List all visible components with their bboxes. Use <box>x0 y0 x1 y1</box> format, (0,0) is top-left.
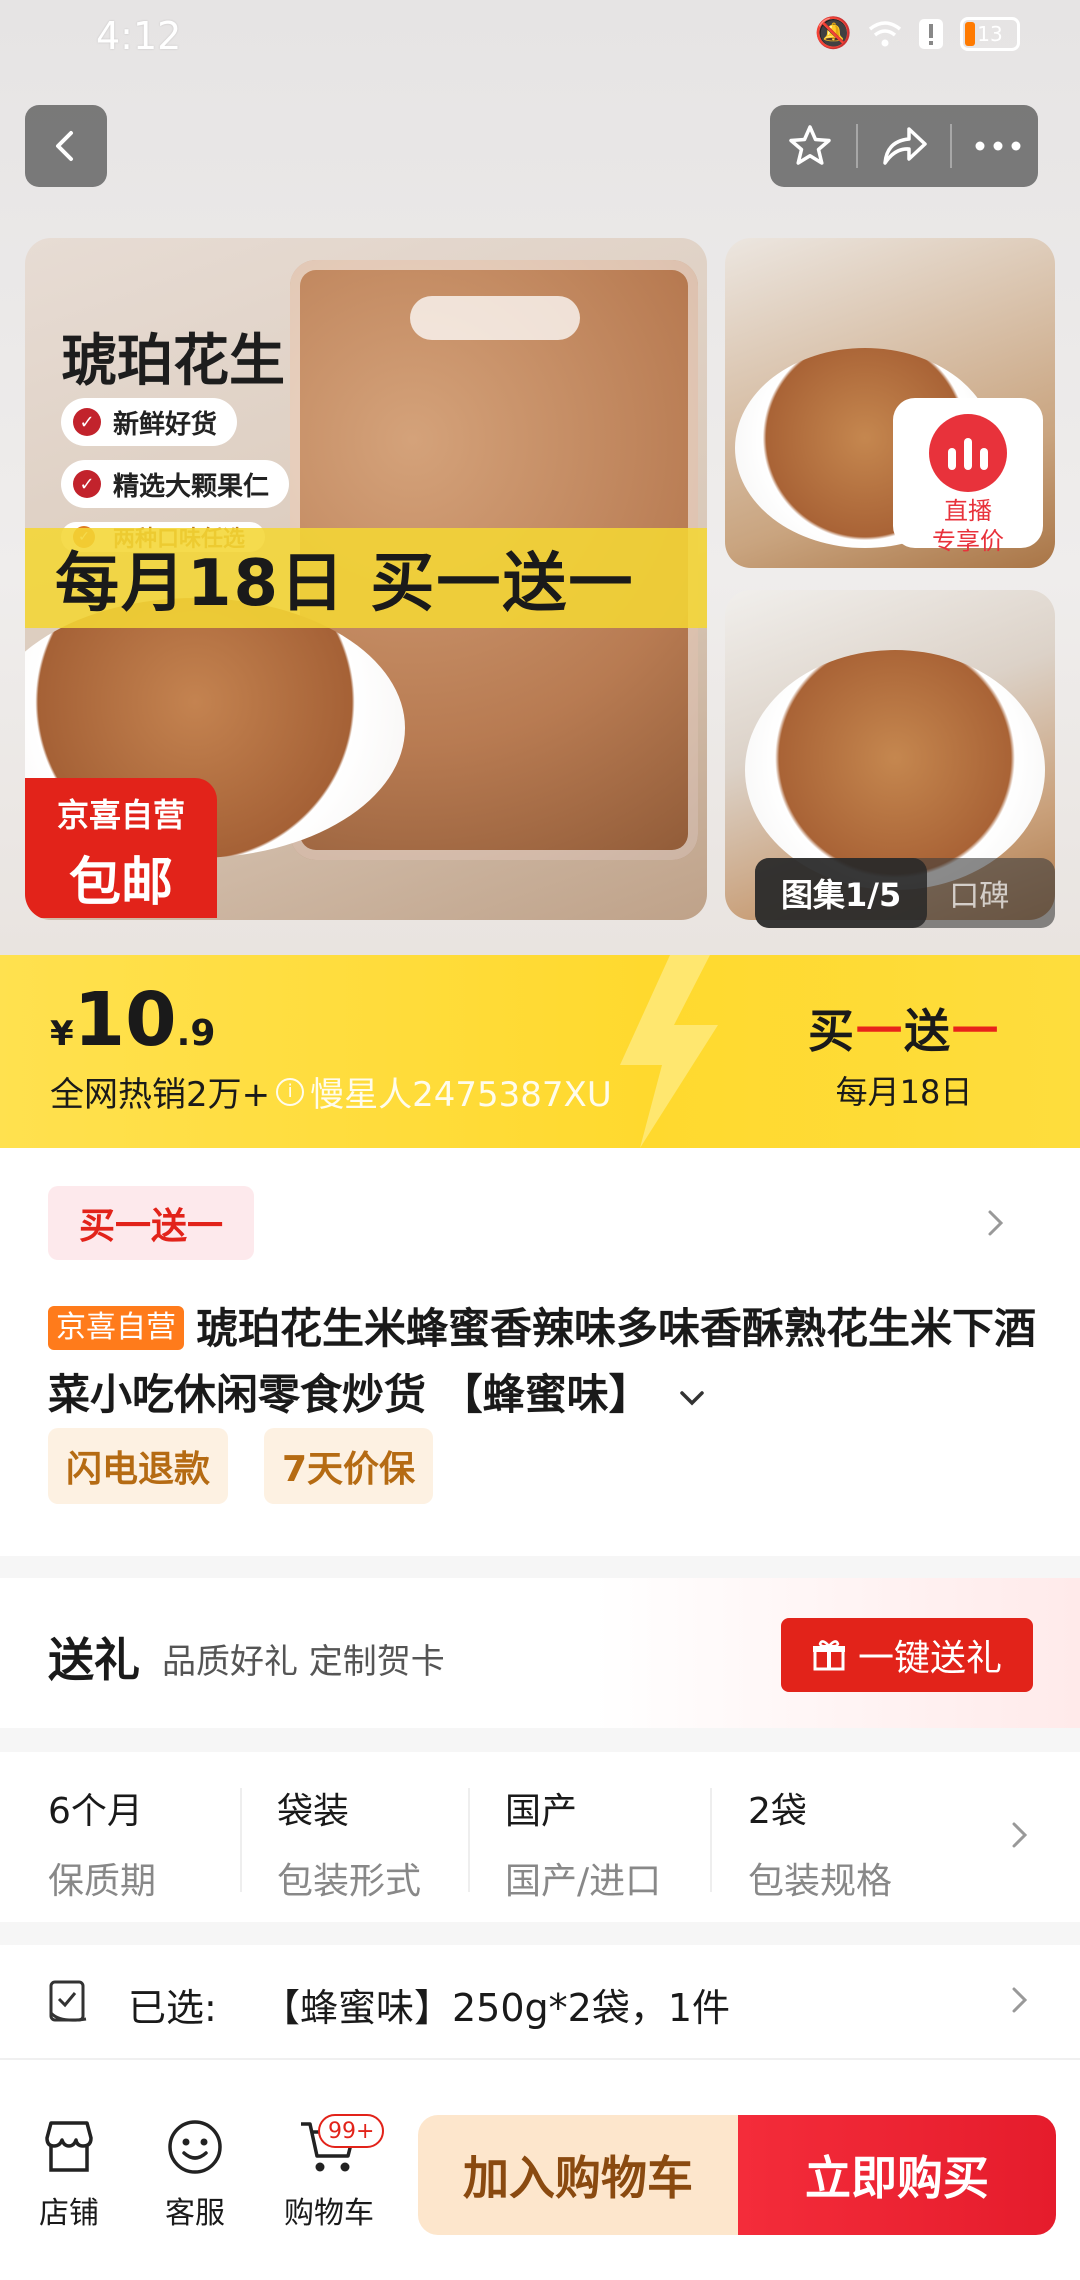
store-icon <box>45 2121 93 2172</box>
spec-item: 6个月 保质期 <box>48 1791 157 1902</box>
gift-section: 送礼 品质好礼 定制贺卡 一键送礼 <box>0 1578 1080 1728</box>
spec-item: 国产 国产/进口 <box>505 1791 662 1902</box>
price: ¥10.9 <box>50 977 216 1063</box>
selected-value: 【蜂蜜味】250g*2袋，1件 <box>262 1986 731 2030</box>
bogo-promo: 买一送一 每月18日 <box>808 1004 1000 1111</box>
bottom-action-bar: 店铺 客服 购物车 99+ 加入购物车 立即购买 <box>0 2060 1080 2280</box>
share-icon <box>883 127 927 165</box>
service-tag-refund[interactable]: 闪电退款 <box>48 1428 229 1504</box>
gift-title: 送礼 <box>48 1633 140 1687</box>
section-divider <box>0 1728 1080 1752</box>
store-button[interactable]: 店铺 <box>14 2118 124 2232</box>
promo-banner: 每月18日 买一送一 <box>25 528 707 628</box>
customer-service-button[interactable]: 客服 <box>140 2118 250 2232</box>
chevron-right-icon[interactable] <box>1010 1820 1030 1850</box>
chevron-down-icon[interactable] <box>675 1386 709 1410</box>
tab-reviews[interactable]: 口碑 <box>927 871 1009 915</box>
selected-variant-row[interactable]: 已选: 【蜂蜜味】250g*2袋，1件 <box>0 1945 1080 2060</box>
service-tag-price-protect[interactable]: 7天价保 <box>264 1428 434 1504</box>
battery-icon: 13 <box>960 16 1020 51</box>
live-icon <box>929 414 1007 492</box>
share-button[interactable] <box>869 111 939 181</box>
product-info: 买一送一 京喜自营 琥珀花生米蜂蜜香辣味多味香酥熟花生米下酒菜小吃休闲零食炒货 【… <box>0 1148 1080 1556</box>
star-icon <box>789 125 832 165</box>
buy-now-button[interactable]: 立即购买 <box>738 2115 1056 2235</box>
favorite-button[interactable] <box>775 111 845 181</box>
live-price-badge[interactable]: 直播 专享价 <box>893 398 1043 555</box>
product-gallery-area: 4:12 🔕 13 琥珀花生 ✓ 新鲜好货 ✓ 精选大颗果仁 每月18日 买一送… <box>0 0 1080 955</box>
wifi-icon <box>868 20 902 46</box>
service-icon <box>168 2120 222 2174</box>
add-to-cart-button[interactable]: 加入购物车 <box>418 2115 738 2235</box>
spec-item: 袋装 包装形式 <box>277 1791 422 1902</box>
more-button[interactable] <box>963 111 1033 181</box>
status-time: 4:12 <box>96 14 182 58</box>
one-click-gift-button[interactable]: 一键送礼 <box>781 1618 1033 1692</box>
price-strip: ¥10.9 全网热销2万+ i 慢星人2475387XU 买一送一 每月18日 <box>0 955 1080 1148</box>
image-title: 琥珀花生 <box>61 329 285 394</box>
back-button[interactable] <box>25 105 107 187</box>
feature-chip: ✓ 精选大颗果仁 <box>61 460 290 508</box>
self-operated-badge: 京喜自营 包邮 <box>25 778 217 918</box>
mute-icon: 🔕 <box>814 16 852 51</box>
battery-level: 13 <box>977 21 1003 46</box>
cart-count-badge: 99+ <box>318 2114 385 2148</box>
lightning-decoration-icon <box>620 955 718 1148</box>
gift-icon <box>812 1640 845 1671</box>
gallery-thumbnail[interactable]: 直播 专享价 <box>725 238 1055 568</box>
main-product-image[interactable]: 琥珀花生 ✓新鲜好货 ✓精选大颗果仁 ✓两种口味任选 每月18日 买一送一 京喜… <box>25 238 707 920</box>
top-action-group <box>770 105 1038 187</box>
info-icon[interactable]: i <box>276 1077 305 1106</box>
tab-gallery[interactable]: 图集1/5 <box>755 858 928 928</box>
status-icons: 🔕 13 <box>815 16 1020 51</box>
more-icon <box>975 141 1021 151</box>
hot-sales-text: 全网热销2万+ <box>50 1075 271 1115</box>
feature-chip: ✓ 新鲜好货 <box>61 398 238 446</box>
status-bar: 4:12 🔕 13 <box>0 0 1080 72</box>
promo-tag[interactable]: 买一送一 <box>48 1186 254 1260</box>
back-icon <box>56 131 73 161</box>
section-divider <box>0 1922 1080 1945</box>
chevron-right-icon[interactable] <box>1010 1985 1030 2015</box>
product-title: 京喜自营 琥珀花生米蜂蜜香辣味多味香酥熟花生米下酒菜小吃休闲零食炒货 【蜂蜜味】 <box>48 1304 1037 1419</box>
alert-icon <box>919 18 943 49</box>
watermark-user: 慢星人2475387XU <box>310 1075 612 1115</box>
hot-sales-line: 全网热销2万+ i 慢星人2475387XU <box>50 1067 612 1116</box>
gift-subtitle: 品质好礼 定制贺卡 <box>162 1642 445 1682</box>
section-divider <box>0 1556 1080 1578</box>
selected-label: 已选: <box>128 1986 217 2030</box>
gallery-tabs: 图集1/5 口碑 <box>755 858 1055 928</box>
spec-item: 2袋 包装规格 <box>748 1791 893 1902</box>
brand-tag: 京喜自营 <box>48 1306 184 1350</box>
chevron-right-icon[interactable] <box>986 1208 1006 1238</box>
spec-summary[interactable]: 6个月 保质期 袋装 包装形式 国产 国产/进口 2袋 包装规格 <box>0 1752 1080 1922</box>
checklist-icon <box>49 1980 87 2022</box>
